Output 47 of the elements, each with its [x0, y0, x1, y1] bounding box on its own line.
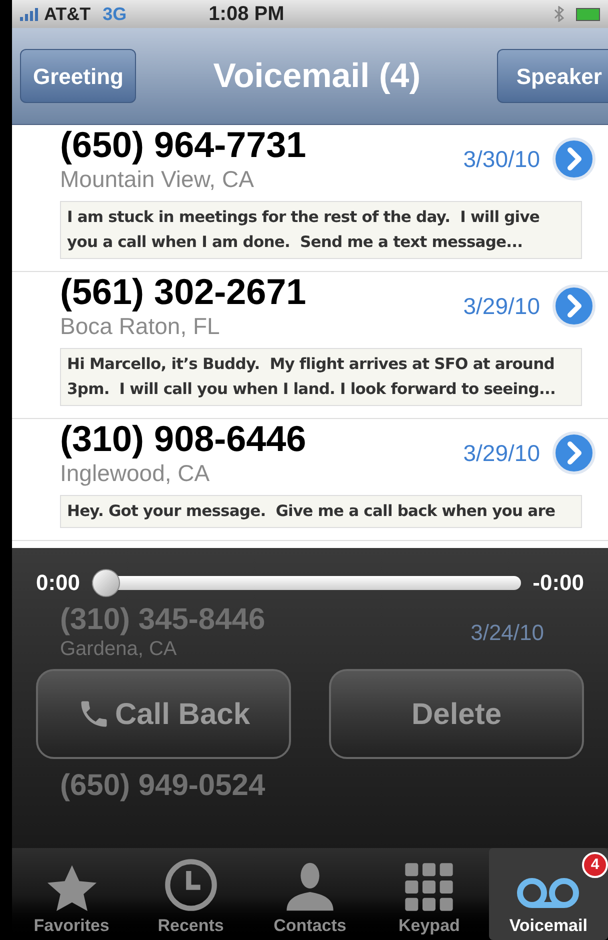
delete-button[interactable]: Delete [329, 669, 584, 759]
tab-label: Voicemail [509, 914, 588, 936]
caller-location: Boca Raton, FL [60, 312, 221, 340]
caller-location: Gardena, CA [60, 637, 178, 661]
caller-location: Mountain View, CA [60, 165, 255, 193]
signal-bars-icon [20, 7, 40, 21]
tab-bar-item[interactable]: Keypad [370, 848, 489, 940]
disclosure-chevron-icon[interactable] [552, 284, 596, 328]
caller-number: (310) 345-8446 [60, 603, 266, 637]
progress-track[interactable] [92, 568, 521, 596]
caller-location: Inglewood, CA [60, 459, 211, 487]
tab-bar-item[interactable]: Favorites [12, 848, 132, 940]
transcript-preview: Hi Marcello, it’s Buddy. My flight arrives at SFO at around 3pm. I will call you when I land. I look forward to seeing... [60, 348, 582, 406]
disclosure-chevron-icon[interactable] [552, 431, 596, 475]
tab-label: Contacts [274, 914, 346, 936]
network-type: 3G [102, 2, 127, 26]
battery-icon [576, 8, 600, 20]
caller-number: (310) 908-6446 [60, 419, 308, 459]
transcript-preview: I am stuck in meetings for the rest of the day. I will give you a call when I am done. Send me a text message... [60, 201, 582, 259]
carrier-name: AT&T [44, 2, 91, 26]
tab-label: Keypad [398, 914, 460, 936]
transcript-preview: Hey. Got your message. Give me a call back when you are [60, 495, 582, 528]
progress-thumb[interactable] [92, 568, 120, 596]
caller-number: (650) 949-0524 [60, 769, 266, 803]
tab-label: Recents [158, 914, 224, 936]
caller-number: (650) 964-7731 [60, 125, 308, 165]
voicemail-date: 3/29/10 [463, 438, 540, 468]
voicemail-date: 3/24/10 [470, 618, 544, 646]
elapsed-time: 0:00 [36, 569, 80, 597]
tab-bar-item[interactable]: Contacts [250, 848, 370, 940]
tab-bar-item[interactable]: Voicemail 4 [488, 848, 608, 940]
tab-label: Favorites [34, 914, 110, 936]
bluetooth-icon [554, 6, 564, 22]
screen-title: Voicemail (4) [213, 56, 421, 96]
voicemail-date: 3/29/10 [463, 292, 540, 321]
voicemail-date: 3/30/10 [463, 144, 540, 174]
clock-icon [162, 856, 219, 912]
disclosure-chevron-icon[interactable] [552, 137, 596, 181]
speaker-button[interactable]: Speaker [497, 49, 608, 103]
remaining-time: -0:00 [532, 569, 584, 597]
clock-time: 1:08 PM [208, 2, 284, 27]
call-back-button[interactable]: Call Back [36, 669, 291, 759]
keypad-grid-icon [403, 860, 456, 912]
unread-badge: 4 [582, 852, 608, 878]
tab-bar-item[interactable]: Recents [131, 848, 250, 940]
greeting-button[interactable]: Greeting [20, 49, 136, 103]
caller-number: (561) 302-2671 [60, 272, 308, 312]
